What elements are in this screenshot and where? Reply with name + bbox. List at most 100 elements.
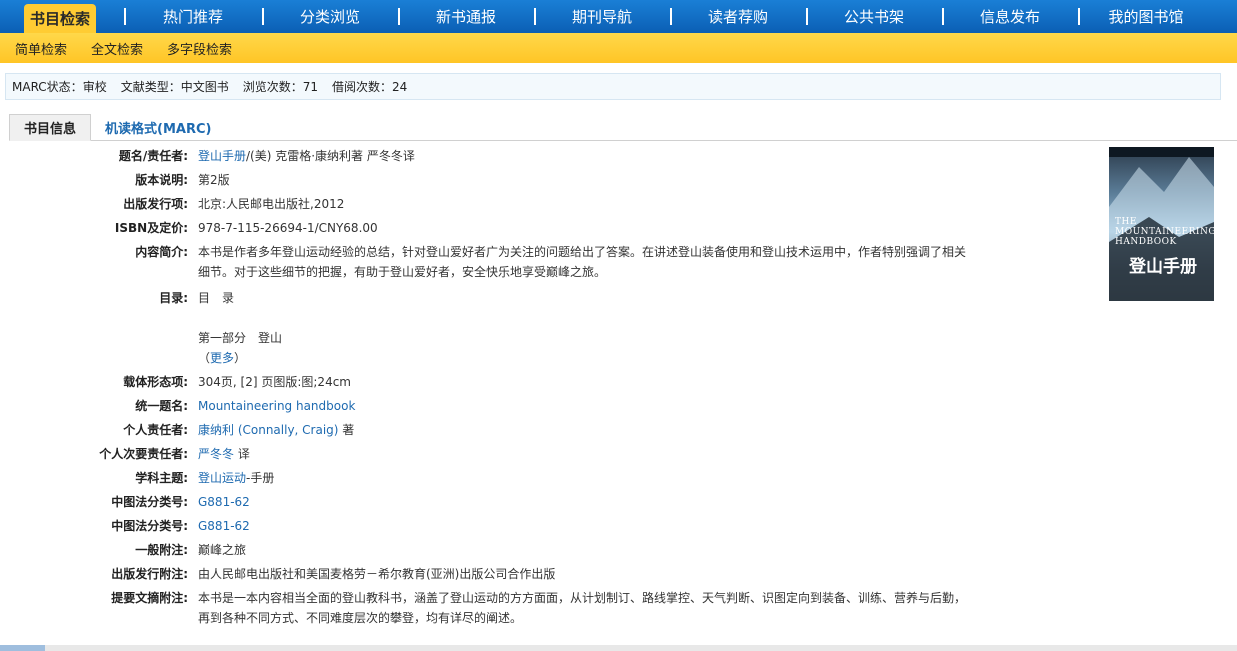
field-value: G881-62 xyxy=(188,492,978,512)
record-status-bar: MARC状态： 审校 文献类型： 中文图书 浏览次数： 71 借阅次数： 24 xyxy=(5,73,1221,100)
abstract-line-1: 本书是一本内容相当全面的登山教科书，涵盖了登山运动的方方面面，从计划制订、路线掌… xyxy=(198,591,967,605)
author-role: 著 xyxy=(338,423,355,437)
field-label: 出版发行项: xyxy=(123,197,188,211)
record-tabs: 书目信息 机读格式(MARC) xyxy=(9,114,1237,141)
field-value: 巅峰之旅 xyxy=(198,543,247,557)
row-edition: 版本说明: 第2版 xyxy=(0,170,1000,190)
views-label: 浏览次数： xyxy=(242,80,303,94)
row-publish: 出版发行项: 北京:人民邮电出版社,2012 xyxy=(0,194,1000,214)
translator-role: 译 xyxy=(234,447,250,461)
row-summary: 内容简介: 本书是作者多年登山运动经验的总结，针对登山爱好者广为关注的问题给出了… xyxy=(0,242,1000,282)
marc-status-value: 审校 xyxy=(82,80,107,94)
loans-label: 借阅次数： xyxy=(332,80,393,94)
field-label: 提要文摘附注: xyxy=(111,591,188,605)
row-toc: 目录: 目 录 第一部分 登山 （更多） xyxy=(0,288,1000,368)
field-value: 由人民邮电出版社和美国麦格劳－希尔教育(亚洲)出版公司合作出版 xyxy=(198,567,556,581)
author-link[interactable]: 康纳利 (Connally, Craig) xyxy=(198,423,338,437)
row-publish-note: 出版发行附注: 由人民邮电出版社和美国麦格劳－希尔教育(亚洲)出版公司合作出版 xyxy=(0,564,1000,584)
row-title: 题名/责任者: 登山手册/(美) 克雷格·康纳利著 严冬冬译 xyxy=(0,146,1000,166)
subject-link[interactable]: 登山运动 xyxy=(198,471,246,485)
row-isbn: ISBN及定价: 978-7-115-26694-1/CNY68.00 xyxy=(0,218,1000,238)
top-navigation: 书目检索 热门推荐 分类浏览 新书通报 期刊导航 读者荐购 公共书架 信息发布 … xyxy=(0,0,1237,33)
field-value: 北京:人民邮电出版社,2012 xyxy=(198,197,345,211)
field-value: 本书是一本内容相当全面的登山教科书，涵盖了登山运动的方方面面，从计划制订、路线掌… xyxy=(188,588,978,628)
field-label: 个人次要责任者: xyxy=(99,447,188,461)
field-value: 304页, [2] 页图版:图;24cm xyxy=(198,375,351,389)
field-label: 一般附注: xyxy=(135,543,188,557)
row-translator: 个人次要责任者: 严冬冬 译 xyxy=(0,444,1000,464)
nav-journal-guide[interactable]: 期刊导航 xyxy=(534,0,670,33)
subject-suffix: -手册 xyxy=(246,471,275,485)
field-value: Mountaineering handbook xyxy=(188,396,978,416)
more-close-paren: ） xyxy=(234,351,247,365)
views-value: 71 xyxy=(302,79,319,94)
doc-type-value: 中文图书 xyxy=(180,80,229,94)
summary-line-2: 细节。对于这些细节的把握，有助于登山爱好者，安全快乐地享受巅峰之旅。 xyxy=(198,265,607,279)
toc-spacer xyxy=(198,308,978,328)
toc-line-2: 第一部分 登山 xyxy=(198,331,283,345)
field-label: 版本说明: xyxy=(135,173,188,187)
cover-english-title: THE MOUNTAINEERING HANDBOOK xyxy=(1115,217,1214,247)
field-label: 个人责任者: xyxy=(123,423,188,437)
field-value: 978-7-115-26694-1/CNY68.00 xyxy=(198,221,378,235)
tab-marc-format[interactable]: 机读格式(MARC) xyxy=(91,114,225,141)
title-link[interactable]: 登山手册 xyxy=(198,149,246,163)
clc-link-1[interactable]: G881-62 xyxy=(198,495,250,509)
nav-my-library[interactable]: 我的图书馆 xyxy=(1078,0,1214,33)
marc-status-label: MARC状态： xyxy=(12,80,83,94)
abstract-line-2: 再到各种不同方式、不同难度层次的攀登，均有详尽的阐述。 xyxy=(198,611,523,625)
field-label: 题名/责任者: xyxy=(118,149,188,163)
book-cover-image: THE MOUNTAINEERING HANDBOOK 登山手册 xyxy=(1109,147,1214,301)
subnav-fulltext-search[interactable]: 全文检索 xyxy=(91,39,143,58)
clc-link-2[interactable]: G881-62 xyxy=(198,519,250,533)
field-label: 中图法分类号: xyxy=(111,519,188,533)
row-general-note: 一般附注: 巅峰之旅 xyxy=(0,540,1000,560)
field-label: 统一题名: xyxy=(135,399,188,413)
horizontal-scrollbar[interactable] xyxy=(0,645,1237,651)
title-responsibility: /(美) 克雷格·康纳利著 严冬冬译 xyxy=(246,149,415,163)
nav-reader-recommend[interactable]: 读者荐购 xyxy=(670,0,806,33)
field-value: 严冬冬 译 xyxy=(188,444,978,464)
more-open-paren: （ xyxy=(198,351,211,365)
field-value: 登山手册/(美) 克雷格·康纳利著 严冬冬译 xyxy=(188,146,978,166)
field-label: 学科主题: xyxy=(135,471,188,485)
field-value: 康纳利 (Connally, Craig) 著 xyxy=(188,420,978,440)
sub-navigation: 简单检索 全文检索 多字段检索 xyxy=(0,33,1237,63)
row-author: 个人责任者: 康纳利 (Connally, Craig) 著 xyxy=(0,420,1000,440)
nav-public-shelf[interactable]: 公共书架 xyxy=(806,0,942,33)
toc-line-1: 目 录 xyxy=(198,291,235,305)
uniform-title-link[interactable]: Mountaineering handbook xyxy=(198,399,355,413)
translator-link[interactable]: 严冬冬 xyxy=(198,447,234,461)
row-clc-1: 中图法分类号: G881-62 xyxy=(0,492,1000,512)
nav-new-books[interactable]: 新书通报 xyxy=(398,0,534,33)
subnav-simple-search[interactable]: 简单检索 xyxy=(15,39,67,58)
scrollbar-thumb[interactable] xyxy=(0,645,45,651)
nav-info-publish[interactable]: 信息发布 xyxy=(942,0,1078,33)
field-label: 出版发行附注: xyxy=(111,567,188,581)
record-details: 题名/责任者: 登山手册/(美) 克雷格·康纳利著 严冬冬译 版本说明: 第2版… xyxy=(0,146,1000,632)
summary-line-1: 本书是作者多年登山运动经验的总结，针对登山爱好者广为关注的问题给出了答案。在讲述… xyxy=(198,245,967,259)
field-label: ISBN及定价: xyxy=(114,221,188,235)
tab-bibliographic-info[interactable]: 书目信息 xyxy=(9,114,92,141)
doc-type-label: 文献类型： xyxy=(120,80,181,94)
row-abstract: 提要文摘附注: 本书是一本内容相当全面的登山教科书，涵盖了登山运动的方方面面，从… xyxy=(0,588,1000,628)
subnav-multifield-search[interactable]: 多字段检索 xyxy=(167,39,232,58)
loans-value: 24 xyxy=(392,79,408,94)
field-label: 内容简介: xyxy=(135,245,188,259)
field-label: 载体形态项: xyxy=(123,375,188,389)
row-uniform-title: 统一题名: Mountaineering handbook xyxy=(0,396,1000,416)
field-value: 登山运动-手册 xyxy=(188,468,978,488)
nav-category-browse[interactable]: 分类浏览 xyxy=(262,0,398,33)
row-physical: 载体形态项: 304页, [2] 页图版:图;24cm xyxy=(0,372,1000,392)
field-value: 本书是作者多年登山运动经验的总结，针对登山爱好者广为关注的问题给出了答案。在讲述… xyxy=(188,242,978,282)
more-link[interactable]: 更多 xyxy=(210,351,234,365)
field-value: 目 录 第一部分 登山 （更多） xyxy=(188,288,978,368)
cover-chinese-title: 登山手册 xyxy=(1129,257,1197,277)
field-label: 目录: xyxy=(159,291,188,305)
field-label: 中图法分类号: xyxy=(111,495,188,509)
nav-hot-recommend[interactable]: 热门推荐 xyxy=(124,0,262,33)
row-clc-2: 中图法分类号: G881-62 xyxy=(0,516,1000,536)
field-value: 第2版 xyxy=(198,173,230,187)
row-subject: 学科主题: 登山运动-手册 xyxy=(0,468,1000,488)
nav-bibliographic-search[interactable]: 书目检索 xyxy=(24,4,96,33)
